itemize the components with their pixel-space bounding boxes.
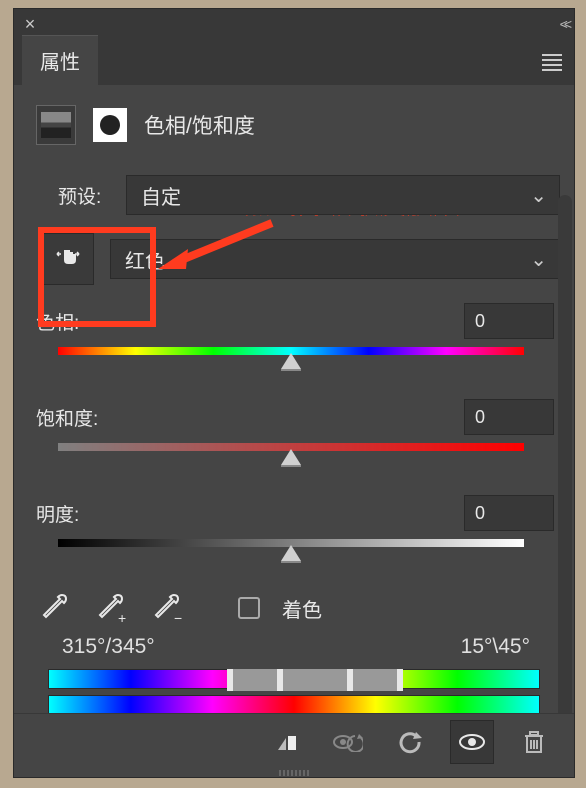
saturation-input[interactable]: 0 xyxy=(464,399,554,435)
hue-slider[interactable] xyxy=(58,347,524,373)
color-range-control[interactable] xyxy=(48,669,540,713)
panel-menu-icon[interactable] xyxy=(542,51,562,74)
range-handle[interactable] xyxy=(347,669,353,691)
hue-input[interactable]: 0 xyxy=(464,303,554,339)
eyedropper-add-icon[interactable]: + xyxy=(94,591,128,625)
eyedropper-subtract-icon[interactable]: − xyxy=(150,591,184,625)
properties-panel: × << 属性 色相/饱和度 点击并吸取皮肤颜色 预设: 自定 ⌄ xyxy=(13,8,575,778)
svg-text:+: + xyxy=(118,610,126,625)
close-icon[interactable]: × xyxy=(20,14,40,35)
panel-footer xyxy=(14,713,574,769)
chevron-down-icon: ⌄ xyxy=(530,247,547,272)
panel-title: 色相/饱和度 xyxy=(144,110,255,140)
clip-to-layer-button[interactable] xyxy=(264,720,308,764)
range-handle[interactable] xyxy=(397,669,403,691)
angle-left: 315°/345° xyxy=(62,635,155,659)
preset-select[interactable]: 自定 ⌄ xyxy=(126,175,560,215)
delete-button[interactable] xyxy=(512,720,556,764)
panel-content: 色相/饱和度 点击并吸取皮肤颜色 预设: 自定 ⌄ xyxy=(14,85,574,713)
saturation-slider[interactable] xyxy=(58,443,524,469)
visibility-toggle-button[interactable] xyxy=(450,720,494,764)
view-previous-button[interactable] xyxy=(326,720,370,764)
collapse-icon[interactable]: << xyxy=(560,16,568,32)
colorize-label: 着色 xyxy=(282,594,322,623)
adjustment-type-icon xyxy=(36,105,76,145)
angle-right: 15°\45° xyxy=(461,635,530,659)
hue-label: 色相: xyxy=(36,308,79,335)
slider-thumb[interactable] xyxy=(281,545,301,561)
tab-properties[interactable]: 属性 xyxy=(22,35,98,85)
reset-button[interactable] xyxy=(388,720,432,764)
slider-thumb[interactable] xyxy=(281,353,301,369)
targeted-adjustment-button[interactable] xyxy=(42,233,94,285)
range-handle[interactable] xyxy=(277,669,283,691)
chevron-down-icon: ⌄ xyxy=(530,183,547,208)
lightness-slider[interactable] xyxy=(58,539,524,565)
scrollbar[interactable] xyxy=(558,195,572,713)
channel-select[interactable]: 红色 ⌄ xyxy=(110,239,560,279)
tab-bar: 属性 xyxy=(14,39,574,85)
finger-icon xyxy=(53,244,83,274)
eyedropper-icon[interactable] xyxy=(38,591,72,625)
svg-text:−: − xyxy=(174,610,182,625)
saturation-label: 饱和度: xyxy=(36,404,98,431)
lightness-input[interactable]: 0 xyxy=(464,495,554,531)
resize-grip[interactable] xyxy=(14,769,574,777)
colorize-checkbox[interactable] xyxy=(238,597,260,619)
slider-thumb[interactable] xyxy=(281,449,301,465)
preset-label: 预设: xyxy=(58,182,114,209)
preset-value: 自定 xyxy=(141,181,181,210)
channel-value: 红色 xyxy=(125,245,165,274)
range-handle[interactable] xyxy=(227,669,233,691)
mask-icon[interactable] xyxy=(90,105,130,145)
panel-titlebar: × << xyxy=(14,9,574,39)
lightness-label: 明度: xyxy=(36,500,79,527)
